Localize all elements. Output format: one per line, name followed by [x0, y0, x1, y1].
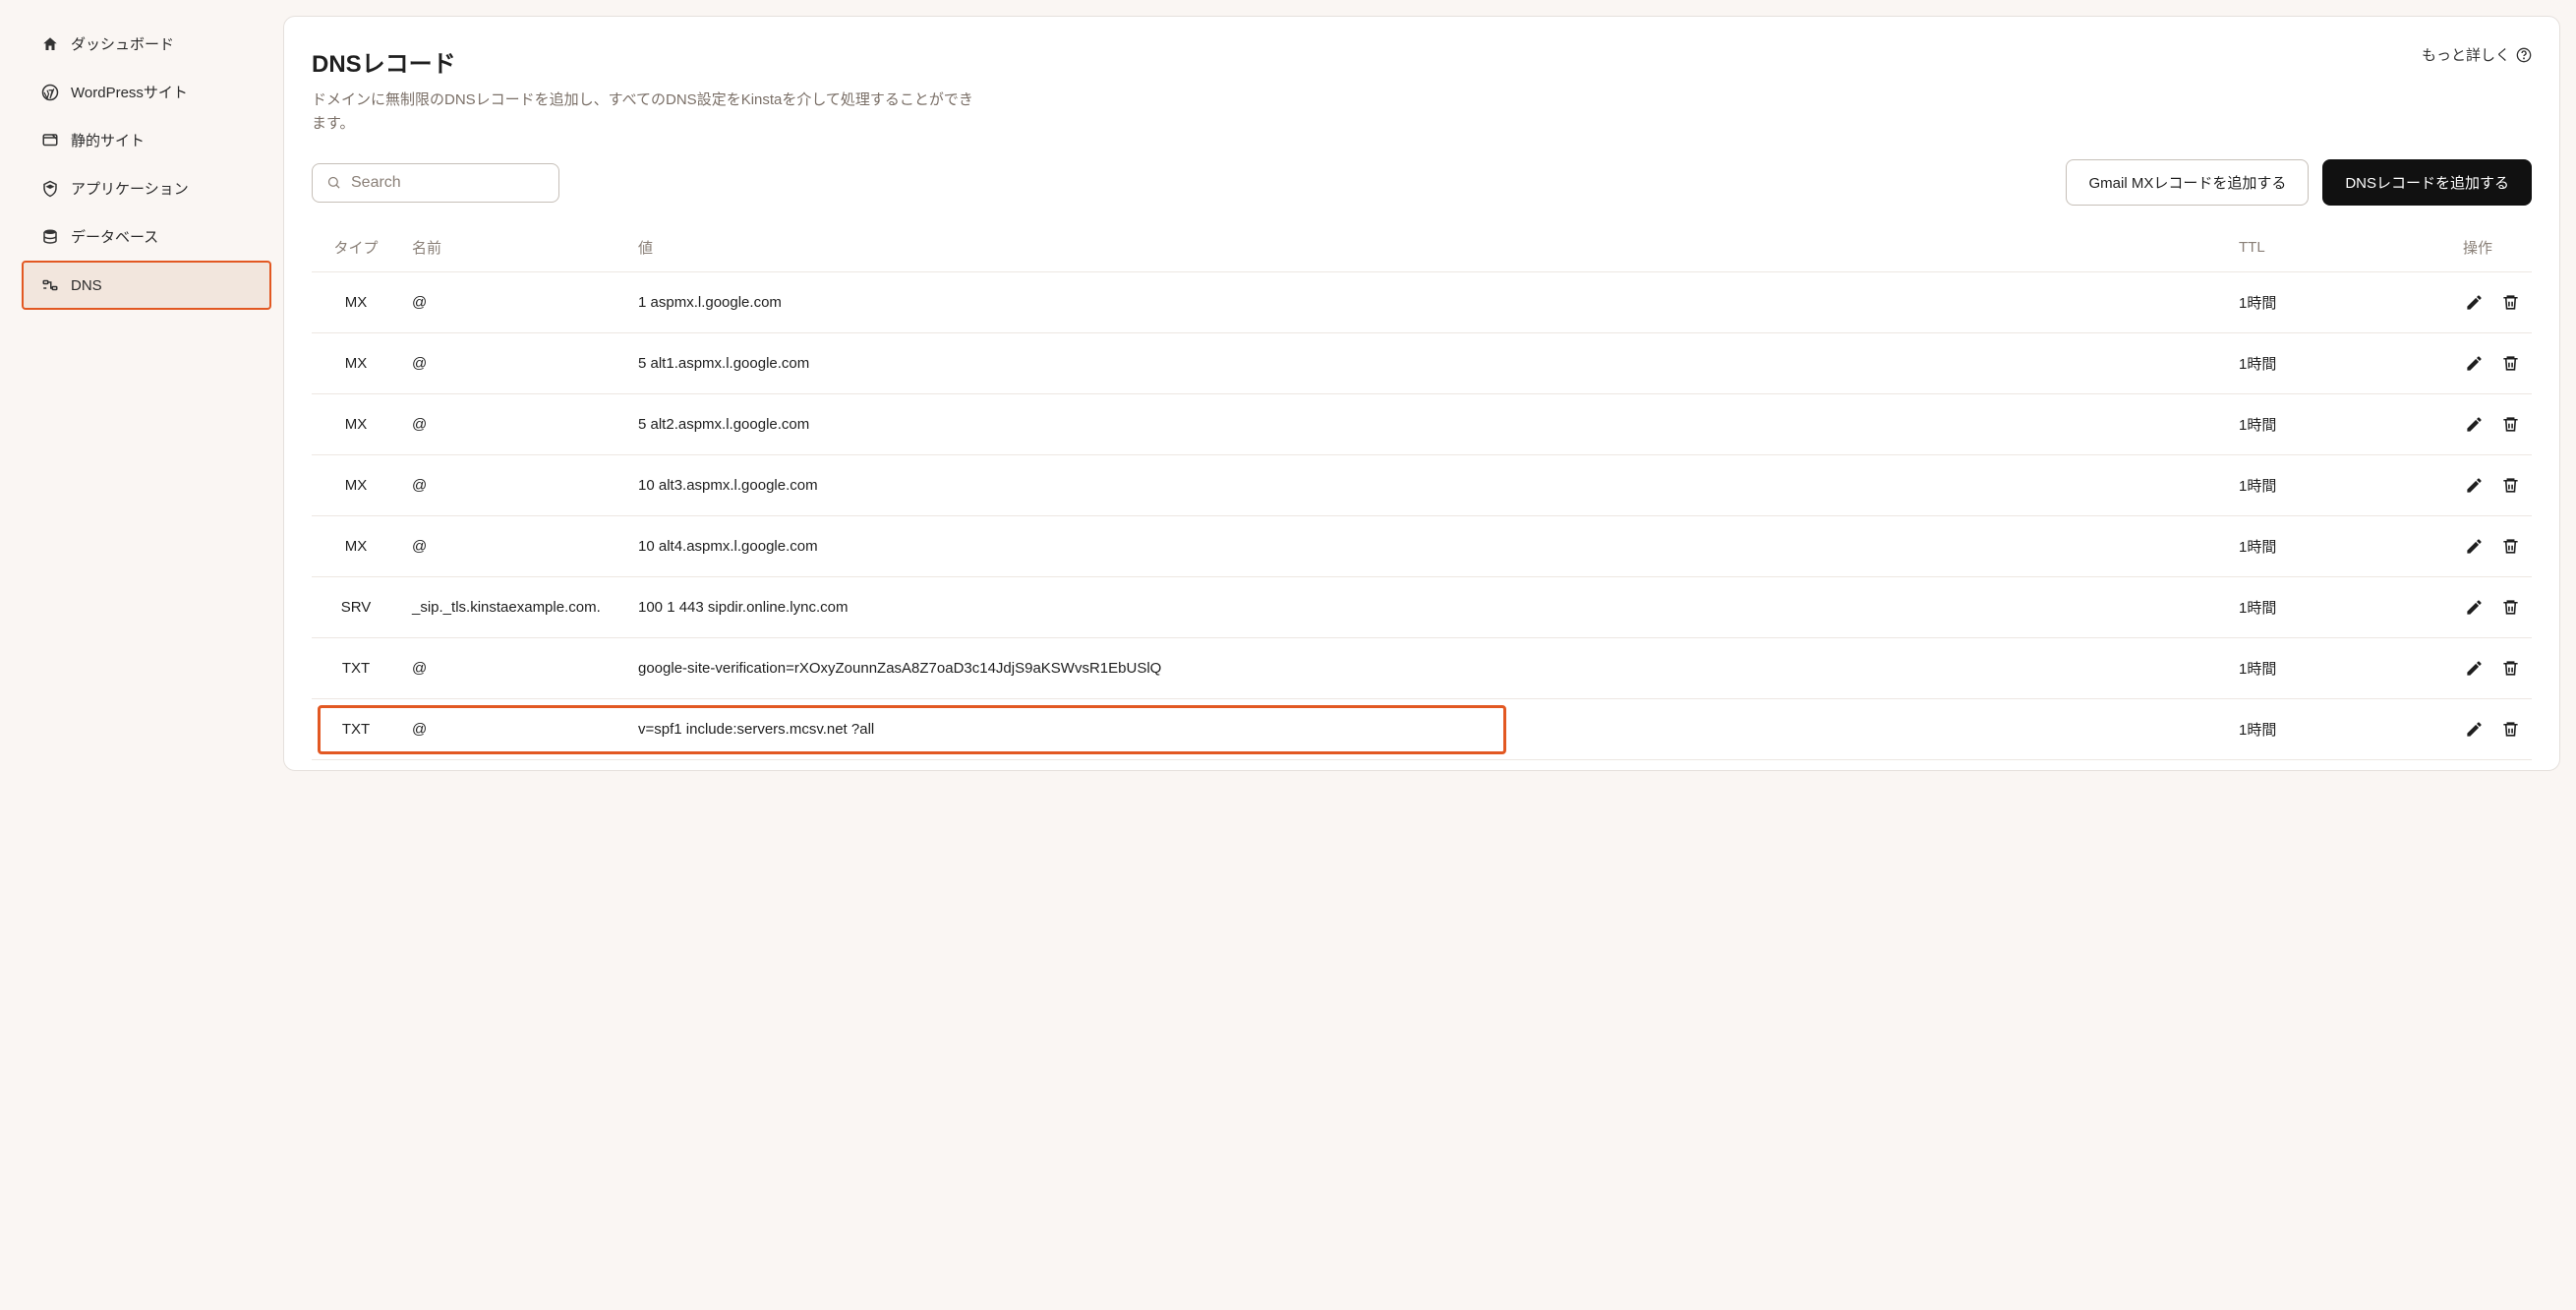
cell-ttl: 1時間 [2227, 455, 2424, 516]
cell-value: 10 alt3.aspmx.l.google.com [626, 455, 2227, 516]
delete-button[interactable] [2501, 659, 2520, 678]
edit-button[interactable] [2465, 476, 2484, 495]
column-name: 名前 [400, 223, 626, 272]
cell-value: 5 alt1.aspmx.l.google.com [626, 333, 2227, 394]
table-row: MX@5 alt2.aspmx.l.google.com1時間 [312, 394, 2532, 455]
delete-button[interactable] [2501, 537, 2520, 556]
delete-button[interactable] [2501, 415, 2520, 434]
sidebar-item-label: WordPressサイト [71, 82, 188, 102]
database-icon [41, 228, 59, 246]
table-row: MX@10 alt4.aspmx.l.google.com1時間 [312, 516, 2532, 577]
sidebar-item-static[interactable]: 静的サイト [0, 116, 283, 164]
help-icon [2516, 47, 2532, 63]
search-field[interactable] [312, 163, 559, 203]
table-row: TXT@v=spf1 include:servers.mcsv.net ?all… [312, 699, 2532, 760]
cell-name: @ [400, 455, 626, 516]
delete-button[interactable] [2501, 598, 2520, 617]
cell-ttl: 1時間 [2227, 333, 2424, 394]
sidebar-item-wordpress[interactable]: WordPressサイト [0, 68, 283, 116]
edit-button[interactable] [2465, 598, 2484, 617]
sidebar-item-database[interactable]: データベース [0, 212, 283, 261]
cell-type: MX [312, 455, 400, 516]
cell-type: TXT [312, 638, 400, 699]
home-icon [41, 35, 59, 53]
table-row: MX@10 alt3.aspmx.l.google.com1時間 [312, 455, 2532, 516]
cell-type: TXT [312, 699, 400, 760]
column-actions: 操作 [2424, 223, 2532, 272]
edit-button[interactable] [2465, 537, 2484, 556]
cell-name: @ [400, 638, 626, 699]
table-row: TXT@google-site-verification=rXOxyZounnZ… [312, 638, 2532, 699]
static-icon [41, 132, 59, 149]
edit-button[interactable] [2465, 293, 2484, 312]
sidebar-item-label: DNS [71, 277, 102, 294]
sidebar: ダッシュボード WordPressサイト静的サイトアプリケーションデータベース DN… [0, 0, 283, 1310]
cell-name: @ [400, 699, 626, 760]
cell-ttl: 1時間 [2227, 394, 2424, 455]
cell-ttl: 1時間 [2227, 638, 2424, 699]
column-ttl: TTL [2227, 223, 2424, 272]
cell-name: _sip._tls.kinstaexample.com. [400, 577, 626, 638]
add-dns-record-button[interactable]: DNSレコードを追加する [2322, 159, 2532, 206]
search-icon [326, 175, 341, 190]
cell-name: @ [400, 516, 626, 577]
cell-type: MX [312, 394, 400, 455]
edit-button[interactable] [2465, 659, 2484, 678]
cell-name: @ [400, 394, 626, 455]
cell-ttl: 1時間 [2227, 272, 2424, 333]
sidebar-item-label: アプリケーション [71, 178, 189, 199]
cell-ttl: 1時間 [2227, 516, 2424, 577]
edit-button[interactable] [2465, 354, 2484, 373]
dns-panel: DNSレコード ドメインに無制限のDNSレコードを追加し、すべてのDNS設定をK… [283, 16, 2560, 771]
cell-value: 100 1 443 sipdir.online.lync.com [626, 577, 2227, 638]
column-value: 値 [626, 223, 2227, 272]
learn-more-label: もっと詳しく [2422, 44, 2510, 65]
add-gmail-mx-button[interactable]: Gmail MXレコードを追加する [2066, 159, 2309, 206]
page-title: DNSレコード [312, 44, 980, 79]
delete-button[interactable] [2501, 720, 2520, 739]
table-row: MX@5 alt1.aspmx.l.google.com1時間 [312, 333, 2532, 394]
dns-records-table: タイプ 名前 値 TTL 操作 MX@1 aspmx.l.google.com1… [312, 223, 2532, 760]
wordpress-icon [41, 84, 59, 101]
sidebar-item-dns[interactable]: DNS [22, 261, 271, 310]
sidebar-item-label: 静的サイト [71, 130, 145, 150]
cell-value: google-site-verification=rXOxyZounnZasA8… [626, 638, 2227, 699]
delete-button[interactable] [2501, 476, 2520, 495]
main-content: DNSレコード ドメインに無制限のDNSレコードを追加し、すべてのDNS設定をK… [283, 0, 2576, 1310]
dns-icon [41, 276, 59, 294]
cell-type: MX [312, 516, 400, 577]
delete-button[interactable] [2501, 293, 2520, 312]
cell-type: MX [312, 333, 400, 394]
sidebar-item-home[interactable]: ダッシュボード [0, 20, 283, 68]
cell-type: SRV [312, 577, 400, 638]
cell-name: @ [400, 272, 626, 333]
search-input[interactable] [351, 174, 545, 192]
sidebar-item-label: データベース [71, 226, 158, 247]
cell-value: 1 aspmx.l.google.com [626, 272, 2227, 333]
delete-button[interactable] [2501, 354, 2520, 373]
cell-type: MX [312, 272, 400, 333]
cell-value: v=spf1 include:servers.mcsv.net ?all [626, 699, 2227, 760]
cell-value: 5 alt2.aspmx.l.google.com [626, 394, 2227, 455]
edit-button[interactable] [2465, 415, 2484, 434]
column-type: タイプ [312, 223, 400, 272]
cell-ttl: 1時間 [2227, 699, 2424, 760]
learn-more-link[interactable]: もっと詳しく [2422, 44, 2532, 65]
cell-name: @ [400, 333, 626, 394]
sidebar-item-app[interactable]: アプリケーション [0, 164, 283, 212]
edit-button[interactable] [2465, 720, 2484, 739]
cell-value: 10 alt4.aspmx.l.google.com [626, 516, 2227, 577]
table-row: SRV_sip._tls.kinstaexample.com.100 1 443… [312, 577, 2532, 638]
app-icon [41, 180, 59, 198]
table-row: MX@1 aspmx.l.google.com1時間 [312, 272, 2532, 333]
sidebar-item-label: ダッシュボード [71, 33, 174, 54]
cell-ttl: 1時間 [2227, 577, 2424, 638]
page-subtitle: ドメインに無制限のDNSレコードを追加し、すべてのDNS設定をKinstaを介し… [312, 89, 980, 136]
